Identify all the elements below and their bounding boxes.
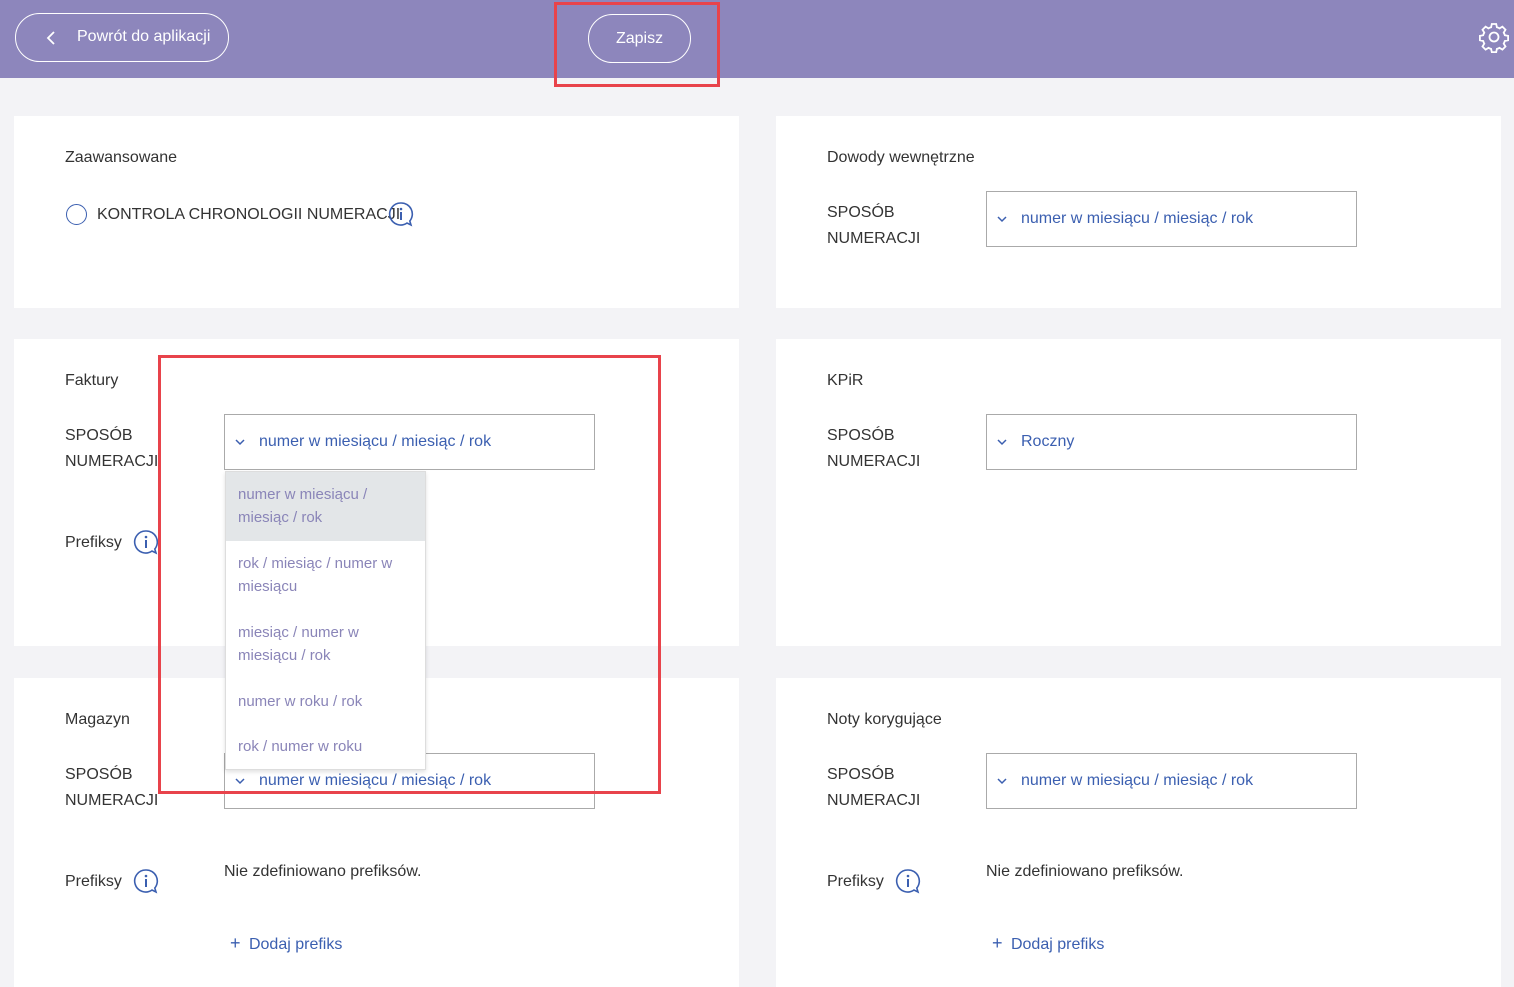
top-bar: Powrót do aplikacji Zapisz bbox=[0, 0, 1514, 78]
card-title: Zaawansowane bbox=[65, 149, 178, 166]
chevron-left-icon bbox=[46, 31, 55, 45]
plus-icon: + bbox=[230, 933, 241, 953]
back-button-label: Powrót do aplikacji bbox=[77, 28, 211, 45]
select-value: numer w miesiącu / miesiąc / rok bbox=[1021, 772, 1254, 789]
select-value: Roczny bbox=[1021, 433, 1075, 450]
chevron-down-icon bbox=[997, 216, 1007, 223]
numbering-method-label: SPOSÓB bbox=[827, 427, 895, 444]
kpir-card: KPiR SPOSÓB NUMERACJI Roczny bbox=[776, 339, 1501, 646]
numbering-method-label: NUMERACJI bbox=[827, 792, 921, 809]
chevron-down-icon bbox=[997, 439, 1007, 446]
numbering-method-label: NUMERACJI bbox=[65, 453, 159, 470]
card-title: Noty korygujące bbox=[827, 711, 942, 728]
save-highlight-box bbox=[554, 2, 720, 87]
chronology-control-label: KONTROLA CHRONOLOGII NUMERACJI bbox=[97, 206, 401, 223]
card-title: Dowody wewnętrzne bbox=[827, 149, 975, 166]
add-prefix-link[interactable]: + Dodaj prefiks bbox=[992, 933, 1104, 954]
advanced-card: Zaawansowane KONTROLA CHRONOLOGII NUMERA… bbox=[14, 116, 739, 308]
info-icon[interactable] bbox=[133, 529, 159, 555]
prefixes-label: Prefiksy bbox=[65, 873, 122, 890]
numbering-method-label: NUMERACJI bbox=[827, 230, 921, 247]
numbering-method-select[interactable]: numer w miesiącu / miesiąc / rok bbox=[986, 191, 1357, 247]
no-prefixes-text: Nie zdefiniowano prefiksów. bbox=[986, 863, 1184, 880]
add-prefix-link[interactable]: + Dodaj prefiks bbox=[230, 933, 342, 954]
corrective-notes-card: Noty korygujące SPOSÓB NUMERACJI numer w… bbox=[776, 678, 1501, 987]
no-prefixes-text: Nie zdefiniowano prefiksów. bbox=[224, 863, 422, 880]
prefixes-label: Prefiksy bbox=[827, 873, 884, 890]
chevron-down-icon bbox=[997, 778, 1007, 785]
back-to-app-button[interactable]: Powrót do aplikacji bbox=[15, 13, 229, 62]
card-title: KPiR bbox=[827, 372, 864, 389]
numbering-method-select[interactable]: Roczny bbox=[986, 414, 1357, 470]
info-icon[interactable] bbox=[895, 868, 921, 894]
card-title: Magazyn bbox=[65, 711, 130, 728]
card-title: Faktury bbox=[65, 372, 119, 389]
chronology-control-radio[interactable] bbox=[66, 204, 87, 225]
numbering-method-select[interactable]: numer w miesiącu / miesiąc / rok bbox=[986, 753, 1357, 809]
internal-documents-card: Dowody wewnętrzne SPOSÓB NUMERACJI numer… bbox=[776, 116, 1501, 308]
numbering-method-label: SPOSÓB bbox=[65, 766, 133, 783]
select-value: numer w miesiącu / miesiąc / rok bbox=[1021, 210, 1254, 227]
numbering-method-label: NUMERACJI bbox=[827, 453, 921, 470]
numbering-method-label: SPOSÓB bbox=[827, 204, 895, 221]
info-icon[interactable] bbox=[133, 868, 159, 894]
add-prefix-label: Dodaj prefiks bbox=[1010, 936, 1105, 953]
numbering-method-label: SPOSÓB bbox=[827, 766, 895, 783]
numbering-method-label: NUMERACJI bbox=[65, 792, 159, 809]
dropdown-highlight-box bbox=[158, 355, 661, 794]
gear-icon[interactable] bbox=[1478, 21, 1510, 53]
info-icon[interactable] bbox=[388, 201, 414, 227]
numbering-method-label: SPOSÓB bbox=[65, 427, 133, 444]
plus-icon: + bbox=[992, 933, 1003, 953]
add-prefix-label: Dodaj prefiks bbox=[248, 936, 343, 953]
prefixes-label: Prefiksy bbox=[65, 534, 122, 551]
